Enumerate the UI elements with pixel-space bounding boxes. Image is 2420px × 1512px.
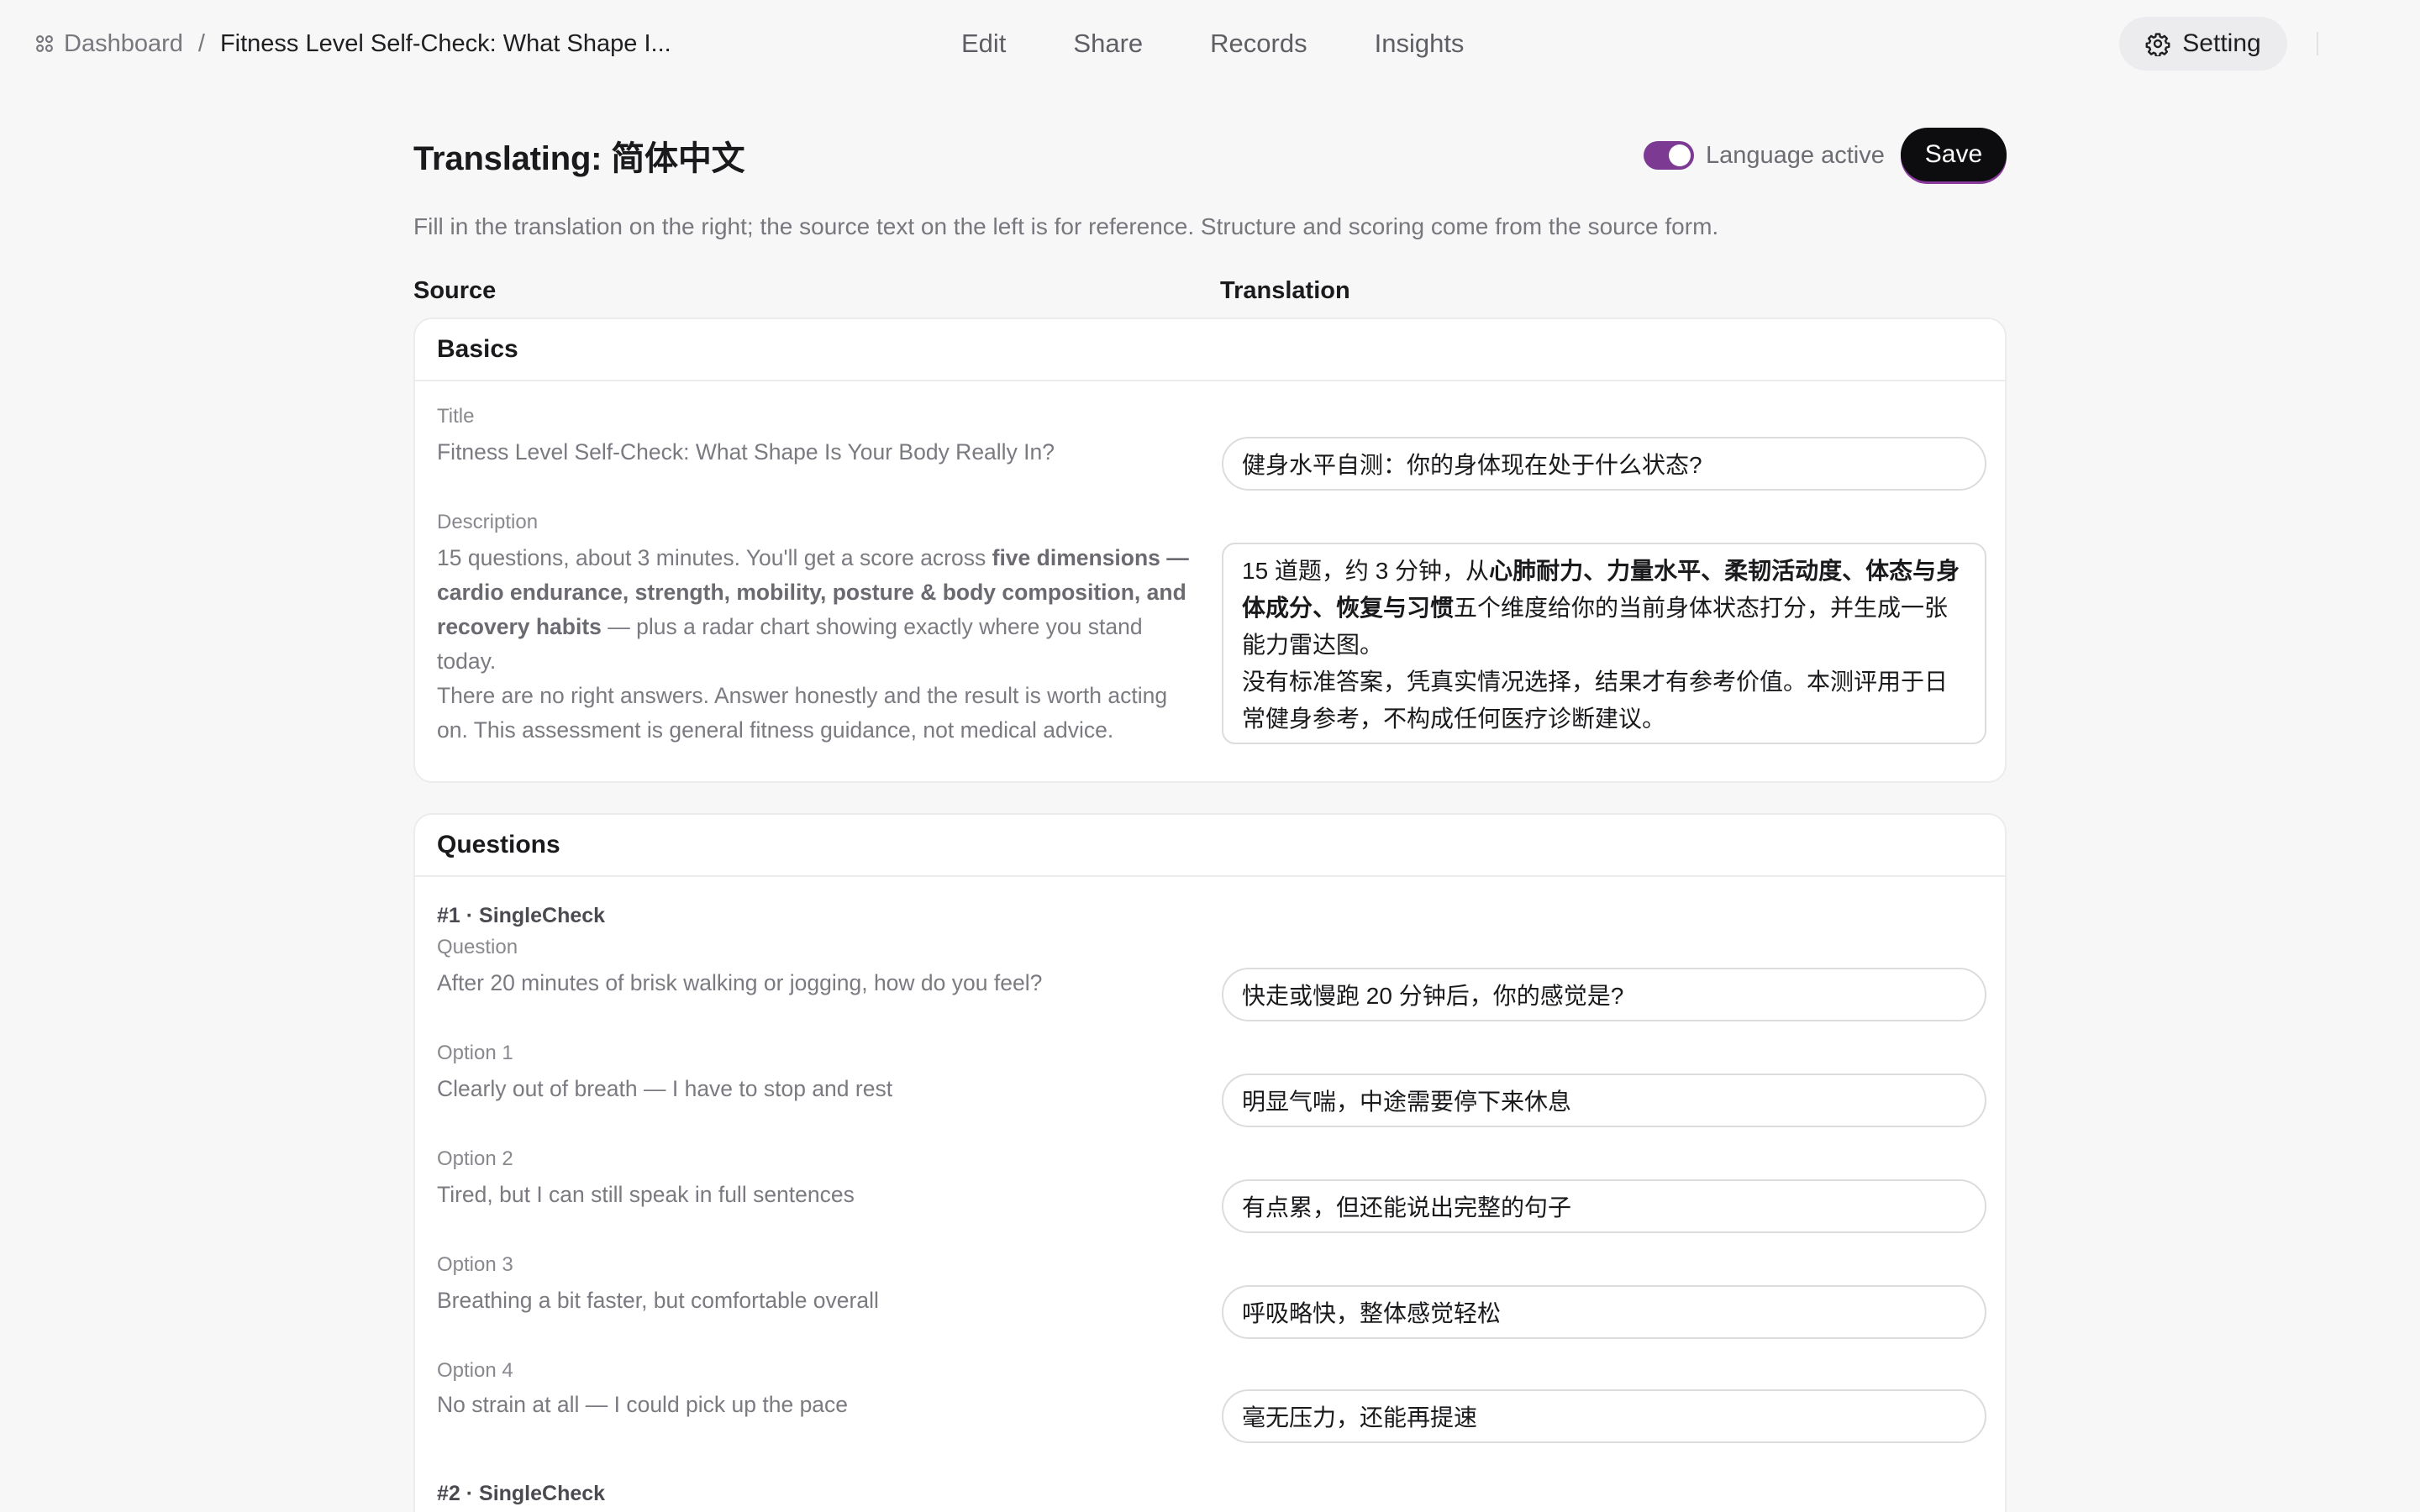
language-active-toggle[interactable]: Language active bbox=[1644, 139, 1885, 171]
option-2-source: Tired, but I can still speak in full sen… bbox=[437, 1182, 855, 1207]
title-translation-input[interactable]: 健身水平自测：你的身体现在处于什么状态? bbox=[1222, 437, 1986, 491]
save-button[interactable]: Save bbox=[1901, 128, 2007, 181]
gear-icon bbox=[2145, 33, 2170, 56]
option-1-translation-input[interactable]: 明显气喘，中途需要停下来休息 bbox=[1222, 1074, 1986, 1127]
question-1-translation-value: 快走或慢跑 20 分钟后，你的感觉是? bbox=[1242, 983, 1624, 1009]
option-3-source: Breathing a bit faster, but comfortable … bbox=[437, 1288, 879, 1313]
option-3-translation-input[interactable]: 呼吸略快，整体感觉轻松 bbox=[1222, 1285, 1986, 1339]
toggle-switch[interactable] bbox=[1644, 141, 1694, 170]
source-column-heading: Source bbox=[413, 277, 497, 304]
translation-column-heading: Translation bbox=[1220, 277, 1350, 304]
option-4-translation-value: 毫无压力，还能再提速 bbox=[1242, 1404, 1478, 1431]
grid-icon bbox=[36, 35, 53, 52]
basics-heading: Basics bbox=[415, 319, 2005, 381]
main-nav: Edit Share Records Insights bbox=[961, 27, 1464, 60]
title-source: Fitness Level Self-Check: What Shape Is … bbox=[437, 439, 1055, 465]
top-bar: Dashboard / Fitness Level Self-Check: Wh… bbox=[0, 0, 2420, 87]
option-1-source: Clearly out of breath — I have to stop a… bbox=[437, 1076, 893, 1101]
option-3-translation-value: 呼吸略快，整体感觉轻松 bbox=[1242, 1300, 1502, 1326]
nav-share[interactable]: Share bbox=[1073, 29, 1143, 59]
setting-button[interactable]: Setting bbox=[2119, 17, 2287, 71]
description-source-intro: 15 questions, about 3 minutes. You'll ge… bbox=[437, 545, 992, 570]
basics-card: Basics Title Fitness Level Self-Check: W… bbox=[413, 318, 2007, 783]
description-source-disclaimer: There are no right answers. Answer hones… bbox=[437, 683, 1168, 743]
nav-insights[interactable]: Insights bbox=[1375, 29, 1465, 59]
setting-label: Setting bbox=[2182, 29, 2261, 57]
option-2-label: Option 2 bbox=[437, 1147, 513, 1170]
description-translation-intro: 15 道题，约 3 分钟，从 bbox=[1242, 558, 1490, 584]
description-translation-disclaimer: 没有标准答案，凭真实情况选择，结果才有参考价值。本测评用于日常健身参考，不构成任… bbox=[1242, 669, 1949, 732]
option-3-label: Option 3 bbox=[437, 1253, 513, 1276]
breadcrumb: Dashboard / Fitness Level Self-Check: Wh… bbox=[34, 27, 671, 60]
nav-edit[interactable]: Edit bbox=[961, 29, 1006, 59]
breadcrumb-dashboard-link[interactable]: Dashboard bbox=[34, 30, 183, 58]
option-2-translation-input[interactable]: 有点累，但还能说出完整的句子 bbox=[1222, 1179, 1986, 1233]
title-label: Title bbox=[437, 405, 475, 428]
question-1-source: After 20 minutes of brisk walking or jog… bbox=[437, 970, 1043, 995]
question-1-translation-input[interactable]: 快走或慢跑 20 分钟后，你的感觉是? bbox=[1222, 968, 1986, 1021]
description-translation-textarea[interactable]: 15 道题，约 3 分钟，从心肺耐力、力量水平、柔韧活动度、体态与身体成分、恢复… bbox=[1222, 543, 1986, 744]
page-title: Translating: 简体中文 bbox=[413, 140, 745, 177]
option-4-source: No strain at all — I could pick up the p… bbox=[437, 1392, 849, 1417]
option-1-translation-value: 明显气喘，中途需要停下来休息 bbox=[1242, 1089, 1572, 1115]
breadcrumb-separator: / bbox=[197, 29, 205, 57]
description-label: Description bbox=[437, 511, 539, 533]
page-description: Fill in the translation on the right; th… bbox=[413, 213, 1719, 239]
breadcrumb-root-label: Dashboard bbox=[64, 29, 183, 57]
description-source: 15 questions, about 3 minutes. You'll ge… bbox=[437, 541, 1193, 748]
question-1-type: #1 · SingleCheck bbox=[437, 904, 606, 927]
question-2-type: #2 · SingleCheck bbox=[437, 1482, 606, 1505]
questions-card: Questions #1 · SingleCheck Question Afte… bbox=[413, 813, 2007, 1512]
question-1-label: Question bbox=[437, 936, 518, 958]
title-translation-value: 健身水平自测：你的身体现在处于什么状态? bbox=[1242, 452, 1702, 478]
toolbar-divider bbox=[2317, 32, 2318, 55]
language-active-label: Language active bbox=[1706, 141, 1885, 169]
nav-records[interactable]: Records bbox=[1210, 29, 1307, 59]
option-4-label: Option 4 bbox=[437, 1359, 513, 1382]
option-1-label: Option 1 bbox=[437, 1042, 513, 1064]
option-2-translation-value: 有点累，但还能说出完整的句子 bbox=[1242, 1194, 1572, 1221]
breadcrumb-current: Fitness Level Self-Check: What Shape I..… bbox=[219, 29, 671, 57]
questions-heading: Questions bbox=[415, 815, 2005, 877]
option-4-translation-input[interactable]: 毫无压力，还能再提速 bbox=[1222, 1389, 1986, 1443]
